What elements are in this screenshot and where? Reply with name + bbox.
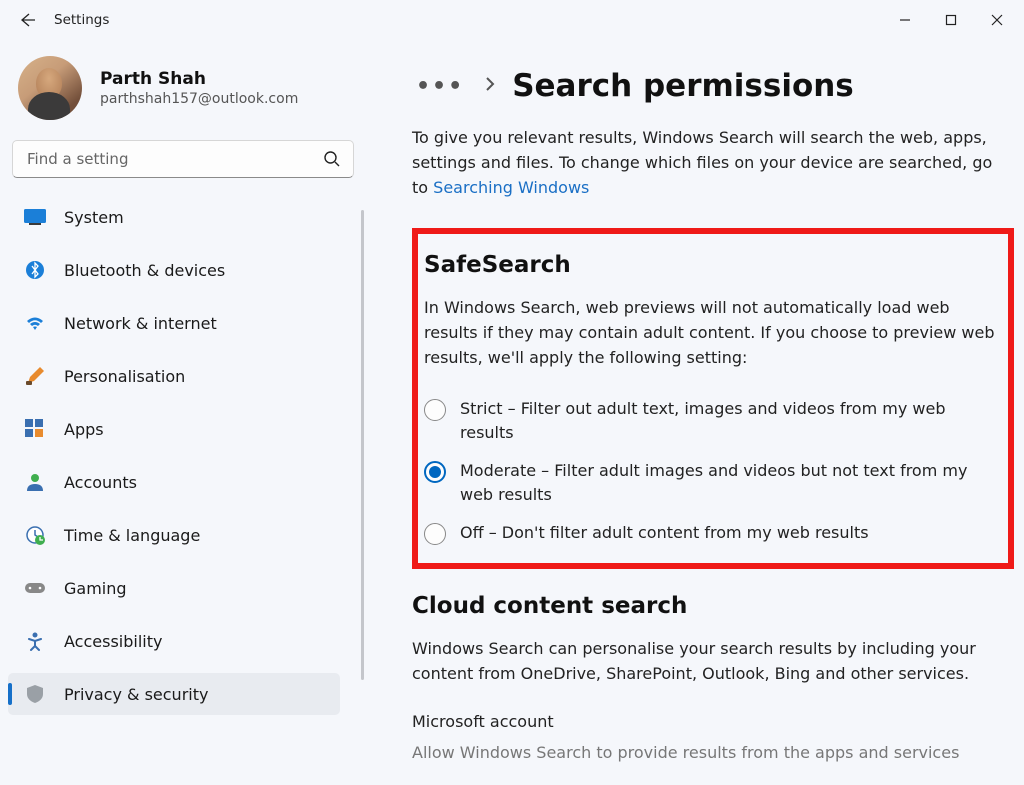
- sidebar-item-privacy[interactable]: Privacy & security: [8, 673, 340, 715]
- cloud-ms-account-title: Microsoft account: [412, 712, 1014, 731]
- profile-block[interactable]: Parth Shah parthshah157@outlook.com: [8, 48, 358, 140]
- minimize-button[interactable]: [882, 5, 928, 35]
- system-icon: [24, 206, 46, 228]
- safesearch-desc: In Windows Search, web previews will not…: [424, 296, 998, 370]
- search-icon: [323, 150, 341, 168]
- avatar: [18, 56, 82, 120]
- sidebar-item-label: Network & internet: [64, 314, 217, 333]
- scrollbar-thumb[interactable]: [361, 210, 364, 680]
- sidebar-item-label: Gaming: [64, 579, 127, 598]
- radio-icon: [424, 399, 446, 421]
- sidebar: Parth Shah parthshah157@outlook.com: [0, 40, 366, 785]
- radio-label: Off – Don't filter adult content from my…: [460, 521, 869, 545]
- sidebar-item-bluetooth[interactable]: Bluetooth & devices: [8, 249, 340, 291]
- content: ••• Search permissions To give you relev…: [366, 40, 1024, 785]
- accounts-icon: [24, 471, 46, 493]
- brush-icon: [24, 365, 46, 387]
- radio-label: Strict – Filter out adult text, images a…: [460, 397, 998, 445]
- close-button[interactable]: [974, 5, 1020, 35]
- profile-email: parthshah157@outlook.com: [100, 91, 298, 107]
- chevron-right-icon: [484, 76, 496, 96]
- cloud-ms-account-desc: Allow Windows Search to provide results …: [412, 741, 1014, 766]
- nav: System Bluetooth & devices Network & int…: [8, 196, 358, 785]
- sidebar-item-accounts[interactable]: Accounts: [8, 461, 340, 503]
- wifi-icon: [24, 312, 46, 334]
- safesearch-option-strict[interactable]: Strict – Filter out adult text, images a…: [424, 397, 998, 445]
- sidebar-item-label: Time & language: [64, 526, 200, 545]
- sidebar-item-label: System: [64, 208, 124, 227]
- sidebar-item-accessibility[interactable]: Accessibility: [8, 620, 340, 662]
- clock-icon: [24, 524, 46, 546]
- search-box[interactable]: [12, 140, 354, 178]
- sidebar-item-label: Personalisation: [64, 367, 185, 386]
- sidebar-item-label: Accessibility: [64, 632, 162, 651]
- radio-label: Moderate – Filter adult images and video…: [460, 459, 998, 507]
- sidebar-item-label: Bluetooth & devices: [64, 261, 225, 280]
- shield-icon: [24, 683, 46, 705]
- sidebar-item-time[interactable]: Time & language: [8, 514, 340, 556]
- sidebar-item-apps[interactable]: Apps: [8, 408, 340, 450]
- breadcrumb: ••• Search permissions: [412, 68, 1014, 104]
- window-title: Settings: [54, 12, 109, 28]
- sidebar-item-personalisation[interactable]: Personalisation: [8, 355, 340, 397]
- safesearch-option-off[interactable]: Off – Don't filter adult content from my…: [424, 521, 998, 545]
- sidebar-item-label: Accounts: [64, 473, 137, 492]
- apps-icon: [24, 418, 46, 440]
- bluetooth-icon: [24, 259, 46, 281]
- sidebar-item-network[interactable]: Network & internet: [8, 302, 340, 344]
- search-input[interactable]: [27, 150, 323, 168]
- radio-icon: [424, 523, 446, 545]
- maximize-button[interactable]: [928, 5, 974, 35]
- safesearch-title: SafeSearch: [424, 252, 998, 278]
- cloud-desc: Windows Search can personalise your sear…: [412, 637, 1014, 687]
- safesearch-highlight: SafeSearch In Windows Search, web previe…: [412, 228, 1014, 568]
- breadcrumb-parent-dots[interactable]: •••: [412, 72, 468, 101]
- searching-windows-link[interactable]: Searching Windows: [433, 178, 589, 197]
- safesearch-option-moderate[interactable]: Moderate – Filter adult images and video…: [424, 459, 998, 507]
- sidebar-item-label: Privacy & security: [64, 685, 208, 704]
- radio-icon: [424, 461, 446, 483]
- sidebar-item-label: Apps: [64, 420, 104, 439]
- cloud-title: Cloud content search: [412, 593, 1014, 619]
- intro-text: To give you relevant results, Windows Se…: [412, 126, 1014, 200]
- gaming-icon: [24, 577, 46, 599]
- sidebar-item-system[interactable]: System: [8, 196, 340, 238]
- accessibility-icon: [24, 630, 46, 652]
- page-title: Search permissions: [512, 68, 854, 104]
- back-button[interactable]: [14, 7, 40, 33]
- profile-name: Parth Shah: [100, 69, 298, 89]
- titlebar: Settings: [0, 0, 1024, 40]
- sidebar-item-gaming[interactable]: Gaming: [8, 567, 340, 609]
